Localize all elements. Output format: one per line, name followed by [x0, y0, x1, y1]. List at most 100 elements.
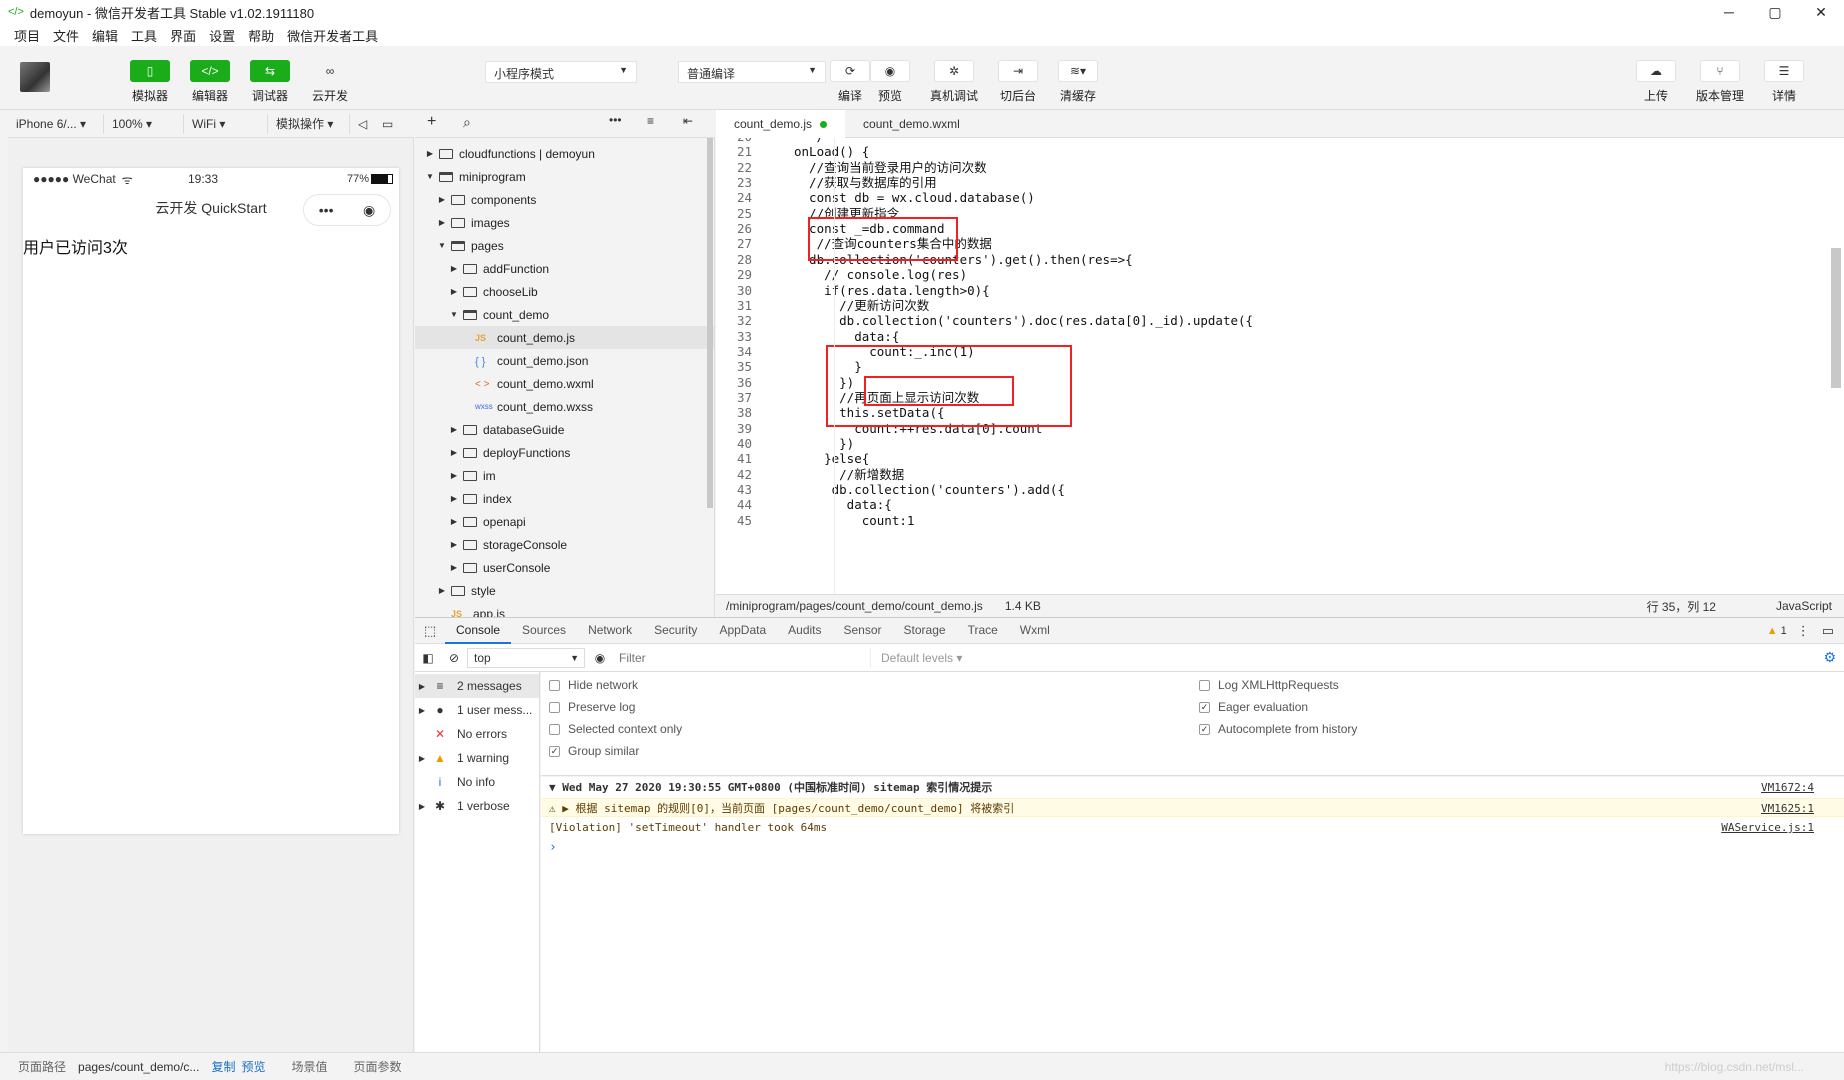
clear-console-icon[interactable]: ⊘: [441, 651, 467, 665]
checkbox[interactable]: [549, 723, 560, 735]
compile-mode-select[interactable]: 普通编译 ▼: [678, 61, 826, 83]
checkbox[interactable]: [549, 679, 560, 691]
message-source-link[interactable]: VM1625:1: [1761, 799, 1814, 818]
tab-storage[interactable]: Storage: [893, 617, 957, 644]
tree-scrollbar[interactable]: [706, 138, 714, 617]
code-editor[interactable]: 20 */21onLoad() {22 //查询当前登录用户的访问次数23 //…: [716, 138, 1844, 594]
console-filter-item[interactable]: ▶ ▲ 1 warning: [415, 746, 539, 770]
console-option[interactable]: ✓ Eager evaluation: [1199, 700, 1308, 714]
more-icon[interactable]: •••: [319, 202, 334, 218]
tree-item[interactable]: JS count_demo.js: [415, 326, 714, 349]
tree-item[interactable]: ▼ miniprogram: [415, 165, 714, 188]
console-filter-item[interactable]: ▶ ● 1 user mess...: [415, 698, 539, 722]
console-message[interactable]: [Violation] 'setTimeout' handler took 64…: [541, 818, 1844, 837]
tree-item[interactable]: ▶ cloudfunctions | demoyun: [415, 142, 714, 165]
maximize-button[interactable]: ▢: [1752, 4, 1798, 21]
tab-sources[interactable]: Sources: [511, 617, 577, 644]
console-option[interactable]: Hide network: [549, 678, 638, 692]
tree-item[interactable]: ▶ components: [415, 188, 714, 211]
tab-security[interactable]: Security: [643, 617, 708, 644]
log-levels-select[interactable]: Default levels ▾: [881, 651, 962, 665]
editor-scrollbar[interactable]: [1831, 248, 1841, 388]
console-option[interactable]: ✓ Group similar: [549, 744, 639, 758]
gear-icon[interactable]: ⚙: [1823, 649, 1836, 666]
tree-item[interactable]: ▶ im: [415, 464, 714, 487]
menu-view[interactable]: 界面: [170, 26, 196, 45]
tab-sensor[interactable]: Sensor: [833, 617, 893, 644]
device-select[interactable]: iPhone 6/... ▾: [8, 113, 104, 134]
network-select[interactable]: WiFi ▾: [184, 113, 268, 134]
tree-item[interactable]: wxss count_demo.wxss: [415, 395, 714, 418]
tree-item[interactable]: ▶ addFunction: [415, 257, 714, 280]
tree-item[interactable]: JS app.js: [415, 602, 714, 618]
message-source-link[interactable]: VM1672:4: [1761, 778, 1814, 797]
tree-item[interactable]: ▶ openapi: [415, 510, 714, 533]
console-output[interactable]: ▼ Wed May 27 2020 19:30:55 GMT+0800 (中国标…: [541, 777, 1844, 1052]
eye-icon[interactable]: ◉: [585, 651, 615, 665]
more-icon[interactable]: •••: [609, 113, 622, 127]
debugger-button[interactable]: ⇆ 调试器: [240, 60, 300, 104]
tab-console[interactable]: Console: [445, 617, 512, 644]
console-filter-item[interactable]: ▶ ✱ 1 verbose: [415, 794, 539, 818]
cloud-button[interactable]: ∞ 云开发: [300, 60, 360, 104]
volume-icon[interactable]: ◁: [350, 114, 374, 134]
mode-select[interactable]: 小程序模式 ▼: [485, 61, 637, 83]
tree-item[interactable]: ▶ chooseLib: [415, 280, 714, 303]
clear-cache-button[interactable]: ≋▾ 清缓存: [1048, 60, 1108, 104]
close-circle-icon[interactable]: ◉: [363, 202, 375, 219]
tab-count-demo-wxml[interactable]: count_demo.wxml: [845, 110, 978, 138]
console-filter-item[interactable]: i No info: [415, 770, 539, 794]
capsule-button[interactable]: ••• ◉: [303, 194, 391, 226]
popout-icon[interactable]: ▭: [374, 114, 398, 134]
menu-devtools[interactable]: 微信开发者工具: [287, 26, 378, 45]
add-icon[interactable]: +: [427, 113, 436, 131]
tree-item[interactable]: ▼ count_demo: [415, 303, 714, 326]
menu-settings[interactable]: 设置: [209, 26, 235, 45]
language-mode[interactable]: JavaScript: [1776, 599, 1832, 613]
minimize-button[interactable]: ─: [1706, 4, 1752, 21]
avatar[interactable]: [20, 62, 50, 92]
menu-file[interactable]: 文件: [53, 26, 79, 45]
checkbox[interactable]: ✓: [549, 745, 560, 757]
console-filter-item[interactable]: ▶ ≡ 2 messages: [415, 674, 539, 698]
menu-project[interactable]: 项目: [14, 26, 40, 45]
console-option[interactable]: Preserve log: [549, 700, 635, 714]
tab-network[interactable]: Network: [577, 617, 643, 644]
console-prompt[interactable]: ›: [541, 838, 1844, 857]
close-button[interactable]: ✕: [1798, 4, 1844, 21]
checkbox[interactable]: ✓: [1199, 701, 1210, 713]
operations-select[interactable]: 模拟操作 ▾: [268, 113, 350, 134]
undock-icon[interactable]: ▭: [1822, 623, 1834, 639]
tree-item[interactable]: ▶ storageConsole: [415, 533, 714, 556]
console-filter-input[interactable]: [615, 647, 871, 668]
tab-appdata[interactable]: AppData: [708, 617, 777, 644]
warning-icon[interactable]: ▲: [1767, 625, 1778, 637]
remote-debug-button[interactable]: ✲ 真机调试: [924, 60, 984, 104]
tab-wxml[interactable]: Wxml: [1009, 617, 1061, 644]
phone-screen[interactable]: ●●●●● WeChat ᯤ 19:33 77% 云开发 QuickStart …: [23, 168, 399, 834]
message-source-link[interactable]: WAService.js:1: [1721, 818, 1814, 837]
context-select[interactable]: top ▼: [467, 647, 585, 668]
console-message[interactable]: ⚠ ▶ 根据 sitemap 的规则[0]，当前页面 [pages/count_…: [541, 798, 1844, 817]
editor-button[interactable]: </> 编辑器: [180, 60, 240, 104]
scene-label[interactable]: 场景值: [291, 1058, 327, 1075]
checkbox[interactable]: [549, 701, 560, 713]
tree-item[interactable]: ▶ style: [415, 579, 714, 602]
console-filter-item[interactable]: ✕ No errors: [415, 722, 539, 746]
sort-icon[interactable]: ≡: [647, 114, 654, 128]
tree-item[interactable]: ▶ deployFunctions: [415, 441, 714, 464]
zoom-select[interactable]: 100% ▾: [104, 113, 184, 134]
console-option[interactable]: ✓ Autocomplete from history: [1199, 722, 1357, 736]
cursor-position[interactable]: 行 35，列 12: [1647, 598, 1716, 615]
upload-button[interactable]: ☁ 上传: [1626, 60, 1686, 104]
tab-count-demo-js[interactable]: count_demo.js: [716, 110, 846, 138]
collapse-icon[interactable]: ⇤: [683, 114, 693, 128]
preview-link[interactable]: 预览: [241, 1058, 265, 1075]
console-option[interactable]: Selected context only: [549, 722, 682, 736]
tree-item[interactable]: ▶ images: [415, 211, 714, 234]
tree-item[interactable]: { } count_demo.json: [415, 349, 714, 372]
checkbox[interactable]: ✓: [1199, 723, 1210, 735]
tree-item[interactable]: ▶ index: [415, 487, 714, 510]
details-button[interactable]: ☰ 详情: [1754, 60, 1814, 104]
menu-help[interactable]: 帮助: [248, 26, 274, 45]
